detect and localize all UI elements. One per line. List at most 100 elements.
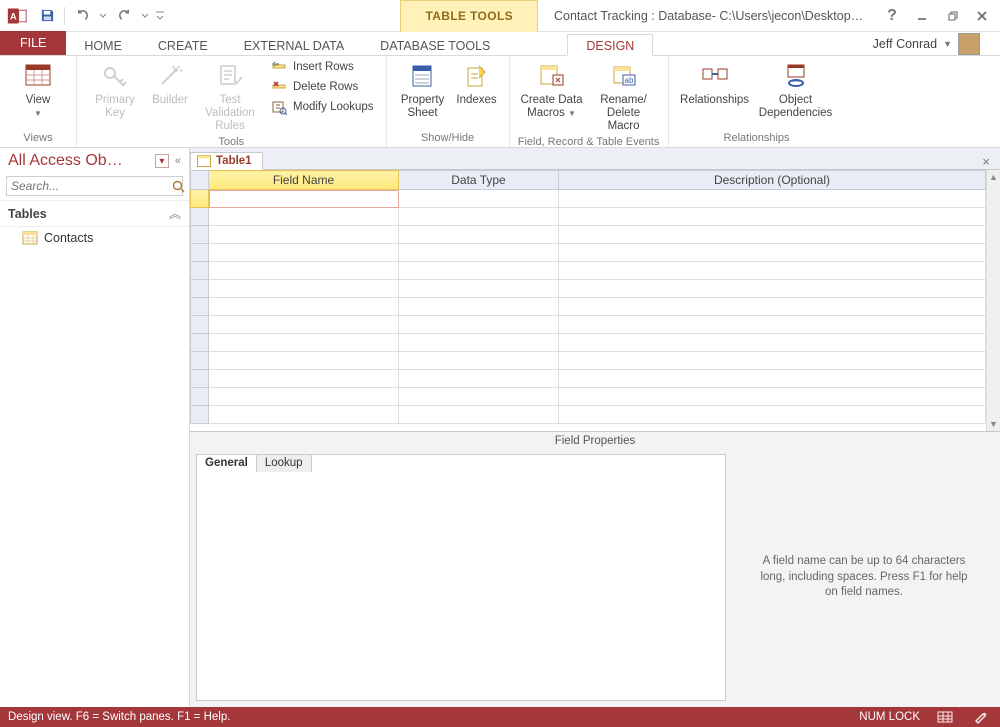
- restore-button[interactable]: [940, 5, 964, 27]
- row-selector[interactable]: [191, 190, 209, 208]
- vertical-scrollbar[interactable]: ▲ ▼: [986, 170, 1000, 431]
- test-validation-rules-button[interactable]: Test Validation Rules: [195, 58, 265, 134]
- tab-file[interactable]: FILE: [0, 31, 66, 55]
- navpane-title[interactable]: All Access Ob…: [8, 152, 151, 170]
- field-name-cell[interactable]: [209, 190, 399, 208]
- column-header-field-name[interactable]: Field Name: [209, 171, 399, 190]
- navpane-item-contacts[interactable]: Contacts: [0, 227, 189, 249]
- table-design-grid[interactable]: Field Name Data Type Description (Option…: [190, 170, 1000, 432]
- navpane-item-label: Contacts: [44, 231, 93, 245]
- table-row[interactable]: [191, 370, 986, 388]
- design-view-switch[interactable]: [970, 709, 992, 725]
- tab-design[interactable]: DESIGN: [567, 34, 653, 56]
- indexes-icon: [461, 60, 493, 92]
- search-icon[interactable]: [172, 177, 185, 195]
- close-button[interactable]: [970, 5, 994, 27]
- row-selector[interactable]: [191, 226, 209, 244]
- indexes-button[interactable]: Indexes: [453, 58, 501, 107]
- row-selector[interactable]: [191, 370, 209, 388]
- document-tab-table1[interactable]: Table1: [190, 152, 263, 170]
- search-input[interactable]: [7, 177, 172, 195]
- svg-text:A: A: [10, 11, 17, 21]
- document-close-button[interactable]: ×: [978, 154, 994, 169]
- properties-tab-general[interactable]: General: [196, 454, 257, 472]
- table-row[interactable]: [191, 406, 986, 424]
- table-row[interactable]: [191, 316, 986, 334]
- row-selector[interactable]: [191, 262, 209, 280]
- datasheet-view-switch[interactable]: [934, 709, 956, 725]
- tab-create[interactable]: CREATE: [140, 35, 226, 55]
- navpane-group-tables[interactable]: Tables ︽: [0, 200, 189, 227]
- relationships-icon: [699, 60, 731, 92]
- row-selector[interactable]: [191, 208, 209, 226]
- quick-access-toolbar: [34, 4, 167, 28]
- insert-rows-button[interactable]: Insert Rows: [267, 58, 378, 76]
- table-row[interactable]: [191, 226, 986, 244]
- tab-database-tools[interactable]: DATABASE TOOLS: [362, 35, 508, 55]
- document-area: Table1 × Field Name Data Type Descriptio…: [190, 148, 1000, 707]
- table-row[interactable]: [191, 262, 986, 280]
- column-header-description[interactable]: Description (Optional): [559, 171, 986, 190]
- rename-delete-macro-label: Rename/ Delete Macro: [590, 94, 658, 134]
- svg-text:ab: ab: [624, 76, 633, 85]
- ribbon-group-views: View▼ Views: [0, 56, 77, 147]
- table-row[interactable]: [191, 280, 986, 298]
- table-row[interactable]: [191, 298, 986, 316]
- property-sheet-label: Property Sheet: [397, 94, 449, 120]
- help-button[interactable]: ?: [880, 5, 904, 27]
- relationships-button[interactable]: Relationships: [677, 58, 753, 107]
- scroll-down-icon[interactable]: ▼: [987, 417, 1000, 431]
- description-cell[interactable]: [559, 190, 986, 208]
- table-row[interactable]: [191, 334, 986, 352]
- view-label: View: [26, 94, 51, 106]
- insert-rows-label: Insert Rows: [293, 61, 354, 73]
- save-button[interactable]: [34, 4, 60, 28]
- delete-rows-button[interactable]: Delete Rows: [267, 78, 378, 96]
- row-selector[interactable]: [191, 244, 209, 262]
- undo-dropdown[interactable]: [97, 4, 109, 28]
- row-selector[interactable]: [191, 280, 209, 298]
- tab-external-data[interactable]: EXTERNAL DATA: [226, 35, 362, 55]
- row-selector[interactable]: [191, 406, 209, 424]
- builder-button[interactable]: Builder: [147, 58, 193, 107]
- table-row[interactable]: [191, 352, 986, 370]
- row-selector[interactable]: [191, 388, 209, 406]
- table-row[interactable]: [191, 208, 986, 226]
- navpane-collapse-button[interactable]: «: [173, 155, 183, 167]
- create-data-macros-button[interactable]: Create Data Macros ▼: [518, 58, 586, 120]
- redo-button[interactable]: [111, 4, 137, 28]
- table-row[interactable]: [191, 244, 986, 262]
- row-selector[interactable]: [191, 334, 209, 352]
- minimize-button[interactable]: [910, 5, 934, 27]
- row-selector[interactable]: [191, 352, 209, 370]
- view-button[interactable]: View▼: [8, 58, 68, 120]
- qat-customize-dropdown[interactable]: [153, 4, 167, 28]
- column-header-data-type[interactable]: Data Type: [399, 171, 559, 190]
- modify-lookups-button[interactable]: Modify Lookups: [267, 98, 378, 116]
- rename-delete-macro-button[interactable]: ab Rename/ Delete Macro: [588, 58, 660, 134]
- wand-icon: [154, 60, 186, 92]
- row-selector[interactable]: [191, 298, 209, 316]
- data-type-cell[interactable]: [399, 190, 559, 208]
- dependencies-label: Object Dependencies: [757, 94, 835, 120]
- account-area[interactable]: Jeff Conrad ▼: [873, 32, 980, 56]
- table-row[interactable]: [191, 190, 986, 208]
- row-selector[interactable]: [191, 316, 209, 334]
- navpane-search: [6, 176, 183, 196]
- table-row[interactable]: [191, 388, 986, 406]
- navpane-menu-dropdown[interactable]: ▾: [155, 154, 169, 168]
- ribbon-group-relationships: Relationships Object Dependencies Relati…: [669, 56, 845, 147]
- undo-button[interactable]: [69, 4, 95, 28]
- tab-home[interactable]: HOME: [66, 35, 140, 55]
- primary-key-button[interactable]: Primary Key: [85, 58, 145, 120]
- scroll-up-icon[interactable]: ▲: [987, 170, 1000, 184]
- field-properties-pane: General Lookup A field name can be up to…: [190, 450, 1000, 707]
- property-sheet-button[interactable]: Property Sheet: [395, 58, 451, 120]
- field-properties-title: Field Properties: [190, 432, 1000, 450]
- insert-rows-icon: [271, 59, 287, 75]
- delete-rows-label: Delete Rows: [293, 81, 358, 93]
- object-dependencies-button[interactable]: Object Dependencies: [755, 58, 837, 120]
- redo-dropdown[interactable]: [139, 4, 151, 28]
- properties-tab-lookup[interactable]: Lookup: [256, 454, 312, 472]
- select-all-corner[interactable]: [191, 171, 209, 190]
